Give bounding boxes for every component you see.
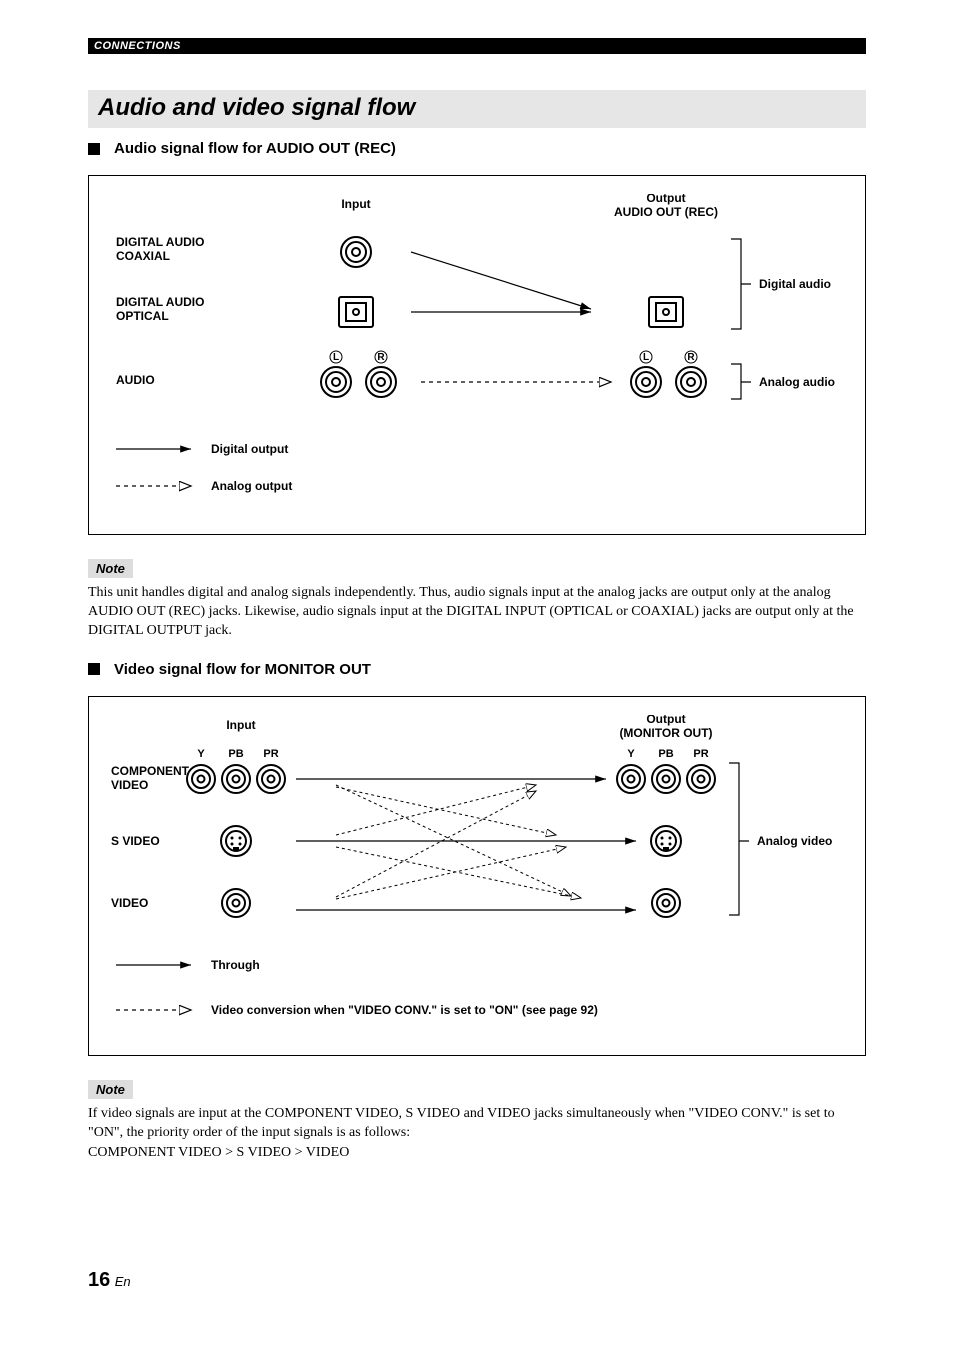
note1-text: This unit handles digital and analog sig… (88, 584, 866, 641)
optical-input-jack-icon (339, 297, 373, 327)
audio-col-output-l1: Output (646, 194, 685, 205)
video-diagram: Input Output (MONITOR OUT) COMPONENT VID… (88, 696, 866, 1056)
note2-text-l1: If video signals are input at the COMPON… (88, 1105, 866, 1143)
audio-output-L-jack-icon (631, 367, 661, 397)
out-analog-label: Analog audio (759, 375, 835, 389)
out-Y: Y (627, 748, 635, 760)
video-col-output-l2: (MONITOR OUT) (619, 726, 712, 740)
video-diagram-svg: Input Output (MONITOR OUT) COMPONENT VID… (111, 715, 841, 1035)
page-number: 16 (88, 1269, 110, 1291)
component-out-PB-icon (652, 765, 680, 793)
out-analog-video: Analog video (757, 834, 832, 848)
out-digital-label: Digital audio (759, 277, 831, 291)
audio-in-R: R (377, 352, 385, 363)
legend-digital: Digital output (211, 442, 288, 456)
row-coax-l1: DIGITAL AUDIO (116, 235, 204, 249)
section-header: CONNECTIONS (88, 38, 866, 54)
in-PB: PB (228, 748, 243, 760)
out-PB: PB (658, 748, 673, 760)
audio-output-R-jack-icon (676, 367, 706, 397)
audio-input-R-jack-icon (366, 367, 396, 397)
row-component-l2: VIDEO (111, 778, 148, 792)
note1-label: Note (88, 559, 133, 578)
component-in-Y-icon (187, 765, 215, 793)
svideo-in-icon (221, 826, 251, 856)
row-svideo: S VIDEO (111, 834, 160, 848)
audio-diagram-svg: Input Output AUDIO OUT (REC) DIGITAL AUD… (111, 194, 841, 514)
row-component-l1: COMPONENT (111, 764, 190, 778)
section-header-label: CONNECTIONS (94, 40, 181, 52)
audio-subhead-text: Audio signal flow for AUDIO OUT (REC) (114, 140, 396, 157)
video-col-input: Input (226, 718, 255, 732)
video-subhead: Video signal flow for MONITOR OUT (88, 661, 866, 678)
page-footer: 16 En (88, 1269, 131, 1292)
svideo-out-icon (651, 826, 681, 856)
audio-diagram: Input Output AUDIO OUT (REC) DIGITAL AUD… (88, 175, 866, 535)
audio-subhead: Audio signal flow for AUDIO OUT (REC) (88, 140, 866, 157)
legend-conv: Video conversion when "VIDEO CONV." is s… (211, 1003, 598, 1017)
bullet-icon (88, 143, 100, 155)
component-out-PR-icon (687, 765, 715, 793)
audio-col-input: Input (341, 197, 370, 211)
page-title: Audio and video signal flow (98, 94, 856, 122)
optical-output-jack-icon (649, 297, 683, 327)
legend-through: Through (211, 958, 260, 972)
legend-analog: Analog output (211, 479, 292, 493)
note2-text-l2: COMPONENT VIDEO > S VIDEO > VIDEO (88, 1144, 866, 1163)
row-audio: AUDIO (116, 373, 155, 387)
in-Y: Y (197, 748, 205, 760)
page-lang: En (115, 1274, 131, 1289)
component-in-PR-icon (257, 765, 285, 793)
row-opt-l1: DIGITAL AUDIO (116, 295, 204, 309)
component-in-PB-icon (222, 765, 250, 793)
audio-col-output-l2: AUDIO OUT (REC) (614, 205, 718, 219)
component-out-Y-icon (617, 765, 645, 793)
row-opt-l2: OPTICAL (116, 309, 169, 323)
in-PR: PR (263, 748, 278, 760)
out-PR: PR (693, 748, 708, 760)
row-video: VIDEO (111, 896, 148, 910)
audio-out-L: L (643, 352, 649, 363)
page-title-bar: Audio and video signal flow (88, 90, 866, 128)
bullet-icon (88, 663, 100, 675)
coax-input-jack-icon (341, 237, 371, 267)
audio-input-L-jack-icon (321, 367, 351, 397)
row-coax-l2: COAXIAL (116, 249, 170, 263)
video-out-icon (652, 889, 680, 917)
audio-out-R: R (687, 352, 695, 363)
video-in-icon (222, 889, 250, 917)
video-col-output-l1: Output (646, 715, 685, 726)
video-subhead-text: Video signal flow for MONITOR OUT (114, 661, 371, 678)
note2-label: Note (88, 1080, 133, 1099)
audio-in-L: L (333, 352, 339, 363)
